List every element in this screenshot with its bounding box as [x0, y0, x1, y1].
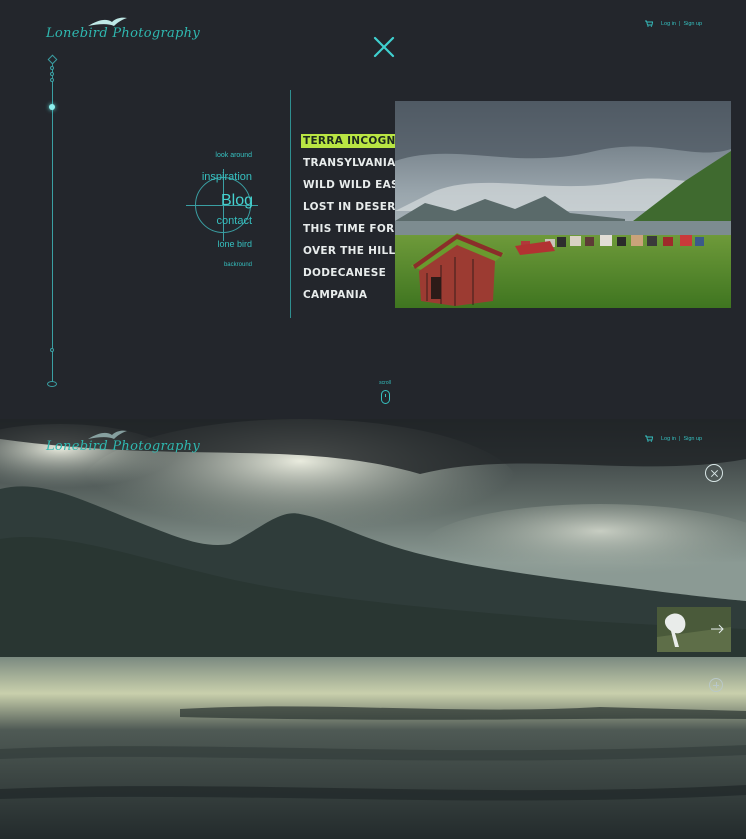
nav-lone-bird[interactable]: lone bird: [217, 239, 252, 249]
menu-divider: [290, 90, 291, 318]
bird-logo-icon: [88, 430, 127, 439]
login-link[interactable]: Log in: [661, 436, 676, 442]
scroll-label: scroll: [379, 380, 391, 386]
scroll-hint[interactable]: scroll: [377, 380, 393, 404]
post-link[interactable]: CAMPANIA: [303, 289, 367, 301]
auth-links-overlay: Log in | Sign up: [645, 435, 702, 442]
hero-image: [0, 419, 746, 839]
nav-inspiration[interactable]: inspiration: [202, 171, 252, 183]
nav-contact[interactable]: contact: [217, 215, 252, 227]
signup-link[interactable]: Sign up: [683, 436, 702, 442]
bird-logo-icon: [88, 17, 127, 26]
site-logo-overlay[interactable]: Lonebird Photography: [46, 430, 200, 454]
hero-landscape: [0, 419, 746, 839]
site-logo[interactable]: Lonebird Photography: [46, 17, 200, 41]
nav-blog[interactable]: Blog: [221, 192, 253, 210]
post-link[interactable]: OVER THE HILLS: [303, 245, 403, 257]
nav-backround[interactable]: backround: [224, 262, 252, 268]
next-image-thumbnail[interactable]: [657, 607, 731, 652]
rail-dot[interactable]: [50, 72, 54, 76]
rail-dot[interactable]: [50, 348, 54, 352]
rail-diamond-icon[interactable]: [47, 54, 58, 65]
post-link[interactable]: LOST IN DESERT: [303, 201, 403, 213]
post-link[interactable]: DODECANESE: [303, 267, 386, 279]
rail-active-dot[interactable]: [49, 104, 55, 110]
auth-links: Log in | Sign up: [645, 20, 702, 27]
nav-look-around[interactable]: look around: [215, 152, 252, 159]
auth-separator: |: [679, 435, 681, 442]
rail-eye-icon[interactable]: [47, 381, 57, 387]
cart-icon[interactable]: [645, 20, 653, 27]
rail-dot[interactable]: [50, 78, 54, 82]
cart-icon[interactable]: [645, 435, 653, 442]
login-link[interactable]: Log in: [661, 21, 676, 27]
menu-panel: Lonebird Photography Log in | Sign up lo…: [0, 0, 746, 419]
scroll-mouse-icon: [380, 390, 390, 404]
auth-separator: |: [679, 20, 681, 27]
plus-icon[interactable]: [709, 678, 723, 692]
close-icon[interactable]: [705, 464, 723, 482]
rail-dot[interactable]: [50, 66, 54, 70]
signup-link[interactable]: Sign up: [683, 21, 702, 27]
close-icon[interactable]: [373, 36, 395, 58]
featured-photo[interactable]: [395, 101, 731, 308]
post-link[interactable]: WILD WILD EAST: [303, 179, 406, 191]
